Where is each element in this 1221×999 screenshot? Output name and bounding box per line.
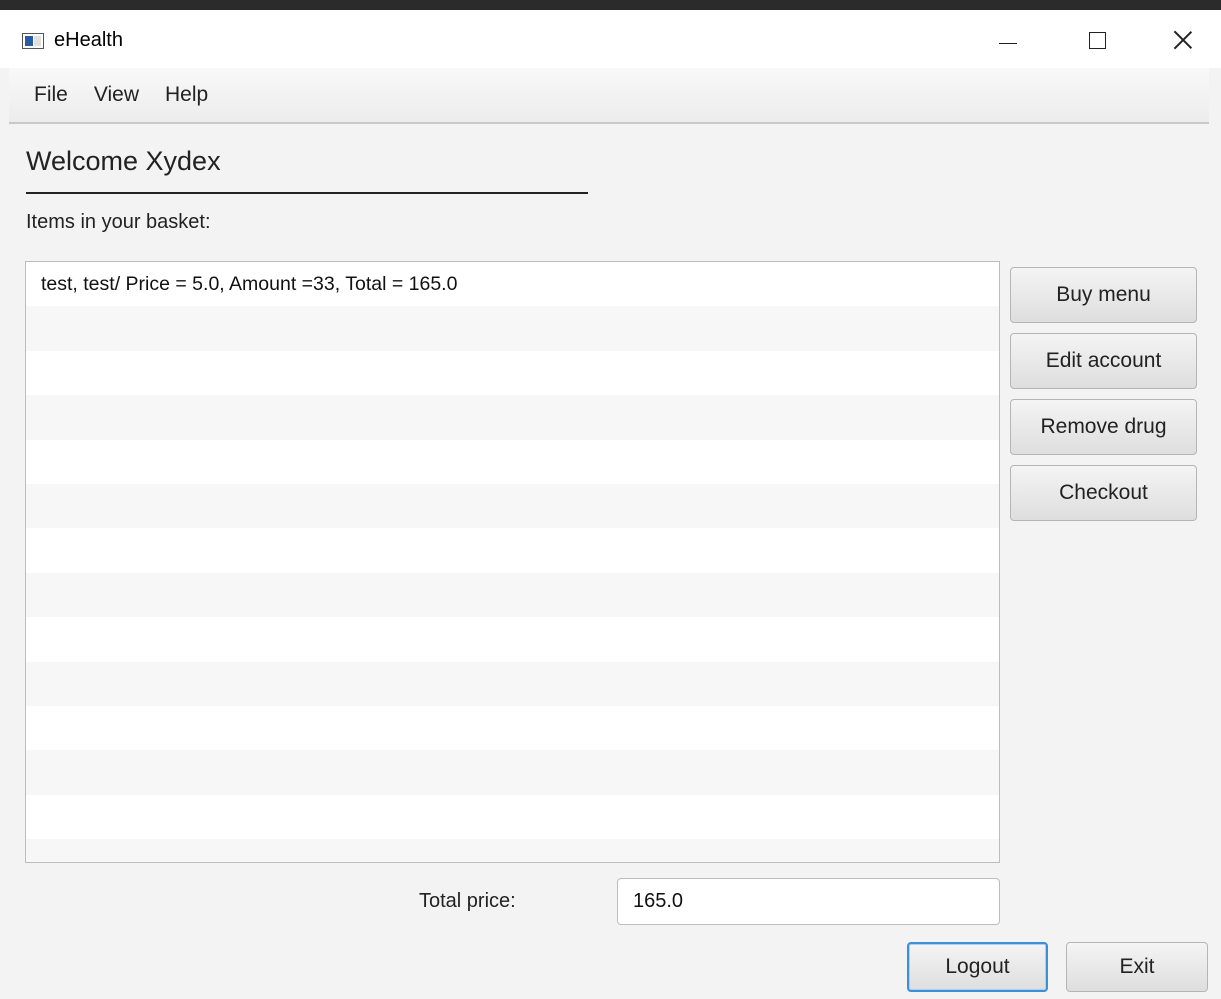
maximize-button[interactable] <box>1074 22 1120 58</box>
list-item[interactable]: test, test/ Price = 5.0, Amount =33, Tot… <box>26 262 999 307</box>
basket-label: Items in your basket: <box>26 211 211 233</box>
empty-list-row <box>26 483 999 529</box>
empty-list-row <box>26 572 999 618</box>
minimize-button[interactable] <box>985 22 1031 58</box>
heading-divider <box>26 192 588 194</box>
minimize-icon <box>999 42 1017 44</box>
empty-list-row <box>26 350 999 396</box>
maximize-icon <box>1088 31 1106 49</box>
empty-list-row <box>26 617 999 662</box>
edit-account-button[interactable]: Edit account <box>1010 333 1197 389</box>
total-price-label: Total price: <box>419 890 516 912</box>
logout-button[interactable]: Logout <box>907 942 1048 992</box>
background-app-strip <box>0 0 1221 10</box>
empty-list-row <box>26 839 999 862</box>
menu-help[interactable]: Help <box>157 79 216 111</box>
close-icon <box>1173 30 1193 50</box>
window-title: eHealth <box>54 29 123 51</box>
empty-list-row <box>26 661 999 706</box>
empty-list-row <box>26 528 999 573</box>
title-bar: eHealth <box>0 10 1221 68</box>
empty-list-row <box>26 794 999 840</box>
basket-list[interactable]: test, test/ Price = 5.0, Amount =33, Tot… <box>25 261 1000 863</box>
exit-button[interactable]: Exit <box>1066 942 1208 992</box>
empty-list-row <box>26 395 999 440</box>
ehealth-window: eHealth File View Help Welcome Xydex Ite… <box>0 10 1221 999</box>
remove-drug-button[interactable]: Remove drug <box>1010 399 1197 455</box>
close-button[interactable] <box>1160 22 1206 58</box>
menu-view[interactable]: View <box>86 79 147 111</box>
buy-menu-button[interactable]: Buy menu <box>1010 267 1197 323</box>
empty-list-row <box>26 750 999 795</box>
empty-list-row <box>26 705 999 751</box>
menu-file[interactable]: File <box>26 79 76 111</box>
total-price-field[interactable] <box>617 878 1000 925</box>
menu-bar: File View Help <box>9 68 1209 124</box>
empty-list-row <box>26 439 999 484</box>
app-icon <box>22 33 44 49</box>
checkout-button[interactable]: Checkout <box>1010 465 1197 521</box>
welcome-heading: Welcome Xydex <box>26 146 221 176</box>
empty-list-row <box>26 306 999 351</box>
